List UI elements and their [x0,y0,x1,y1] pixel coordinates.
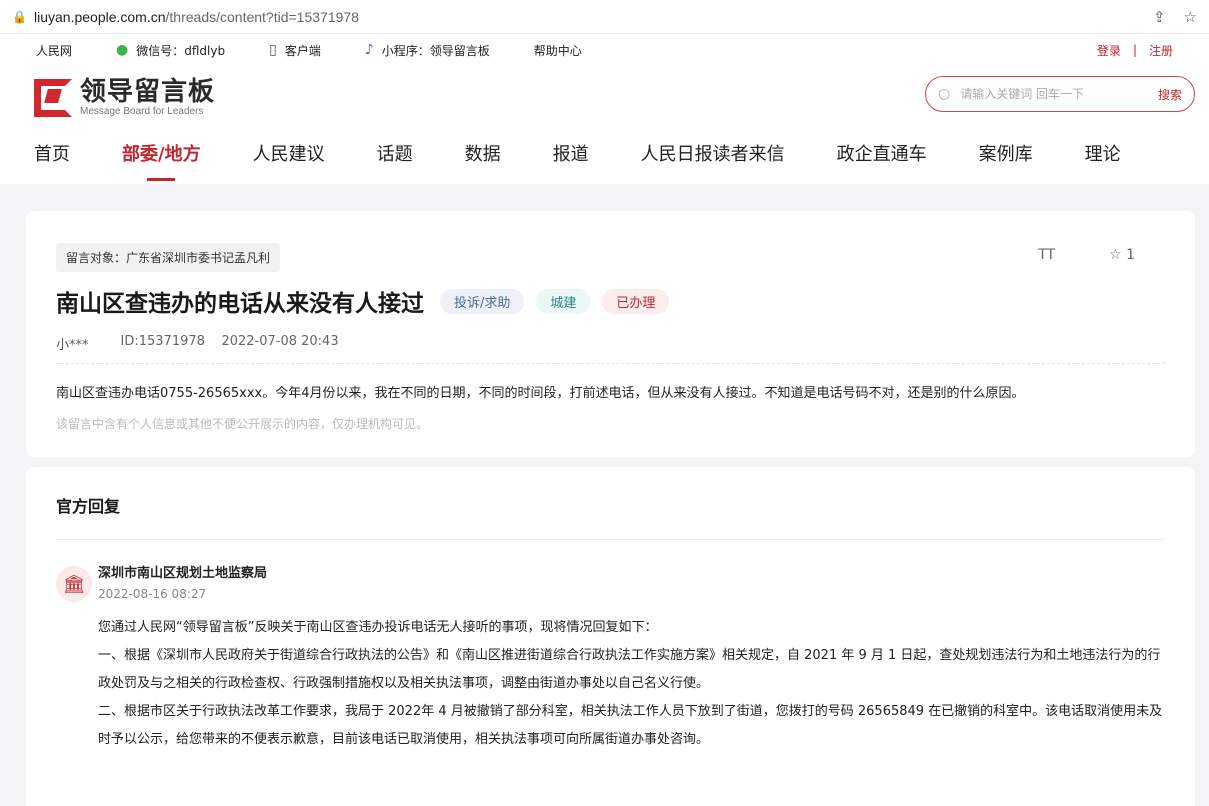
miniapp-icon: ♪ [364,42,374,58]
client-item[interactable]: ▯ 客户端 [269,42,321,59]
reply-paragraph-1: 您通过人民网“领导留言板”反映关于南山区查违办投诉电话无人接听的事项，现将情况回… [98,620,658,635]
search-box: ○ 搜索 [925,76,1195,112]
favorite-button[interactable]: ☆ 1 [1109,247,1135,263]
logo-title: 领导留言板 [80,77,216,107]
message-id: ID:15371978 [120,334,205,349]
tab-topics[interactable]: 话题 [377,130,413,184]
tab-home[interactable]: 首页 [34,130,70,184]
font-size-icon[interactable]: TT [1038,247,1055,263]
reply-heading: 官方回复 [56,493,1165,540]
register-link[interactable]: 注册 [1149,42,1173,59]
wechat-item[interactable]: ● 微信号：dfldlyb [116,42,225,59]
badge-status: 已办理 [602,288,670,314]
site-link[interactable]: 人民网 [36,42,72,59]
reply-card: 官方回复 🏛 深圳市南山区规划土地监察局 2022-08-16 08:27 您通… [26,467,1195,806]
message-content: 南山区查违办电话0755-26565xxx。今年4月份以来，我在不同的日期，不同… [56,386,1025,401]
logo-mark-icon [34,79,72,117]
site-logo[interactable]: 领导留言板 Message Board for Leaders [34,79,215,117]
message-card: 留言对象：广东省深圳市委书记孟凡利 TT ☆ 1 南山区查违办的电话从来没有人接… [26,211,1195,457]
reply-paragraph-2: 一、根据《深圳市人民政府关于街道综合行政执法的公告》和《南山区推进街道综合行政执… [98,648,1161,691]
login-link[interactable]: 登录 [1097,42,1121,59]
reply-org-name: 深圳市南山区规划土地监察局 [98,566,268,581]
message-time: 2022-07-08 20:43 [221,334,339,349]
tab-gov-enterprise[interactable]: 政企直通车 [837,130,927,184]
search-button[interactable]: 搜索 [1158,86,1182,103]
tab-ministries-local[interactable]: 部委/地方 [122,130,201,184]
main-nav: 首页 部委/地方 人民建议 话题 数据 报道 人民日报读者来信 政企直通车 案例… [0,130,1209,184]
phone-icon: ▯ [269,42,277,58]
top-strip: 人民网 ● 微信号：dfldlyb ▯ 客户端 ♪ 小程序：领导留言板 帮助中心 登录… [0,34,1209,66]
reply-paragraph-3: 二、根据市区关于行政执法改革工作要求，我局于 2022年 4 月被撤销了部分科室… [98,704,1163,747]
message-title: 南山区查违办的电话从来没有人接过 [56,291,424,317]
reply-body: 您通过人民网“领导留言板”反映关于南山区查违办投诉电话无人接听的事项，现将情况回… [98,614,1165,754]
government-building-icon: 🏛 [56,566,92,602]
badge-category[interactable]: 投诉/求助 [440,288,525,314]
auth-separator: | [1132,43,1137,57]
message-target: 留言对象：广东省深圳市委书记孟凡利 [56,243,281,272]
privacy-note: 该留言中含有个人信息或其他不便公开展示的内容，仅办理机构可见。 [56,416,429,431]
message-meta: 小*** ID:15371978 2022-07-08 20:43 [56,334,1165,364]
lock-icon[interactable]: 🔒 [12,10,34,24]
tab-people-suggestions[interactable]: 人民建议 [253,130,325,184]
tab-theory[interactable]: 理论 [1085,130,1121,184]
help-link[interactable]: 帮助中心 [534,42,582,59]
url-field[interactable]: liuyan.people.com.cn/threads/content?tid… [34,9,1153,25]
tab-reports[interactable]: 报道 [553,130,589,184]
badge-field[interactable]: 城建 [536,288,591,314]
star-icon: ☆ [1109,247,1122,263]
favorite-count: 1 [1126,247,1135,263]
reply-date: 2022-08-16 08:27 [98,587,207,601]
site-header: 领导留言板 Message Board for Leaders ○ 搜索 [0,66,1209,130]
reply-org-block: 🏛 深圳市南山区规划土地监察局 2022-08-16 08:27 [56,562,1165,602]
search-icon: ○ [938,86,951,102]
wechat-icon: ● [116,42,129,58]
tab-readers-letters[interactable]: 人民日报读者来信 [641,130,785,184]
browser-address-bar: 🔒 liuyan.people.com.cn/threads/content?t… [0,0,1209,34]
share-icon[interactable]: ⇪ [1153,8,1166,26]
bookmark-star-icon[interactable]: ☆ [1184,8,1197,26]
miniapp-item[interactable]: ♪ 小程序：领导留言板 [365,42,490,59]
tab-data[interactable]: 数据 [465,130,501,184]
logo-subtitle: Message Board for Leaders [80,106,204,117]
tab-case-library[interactable]: 案例库 [979,130,1033,184]
message-author: 小*** [56,338,89,353]
search-input[interactable] [960,87,1158,101]
